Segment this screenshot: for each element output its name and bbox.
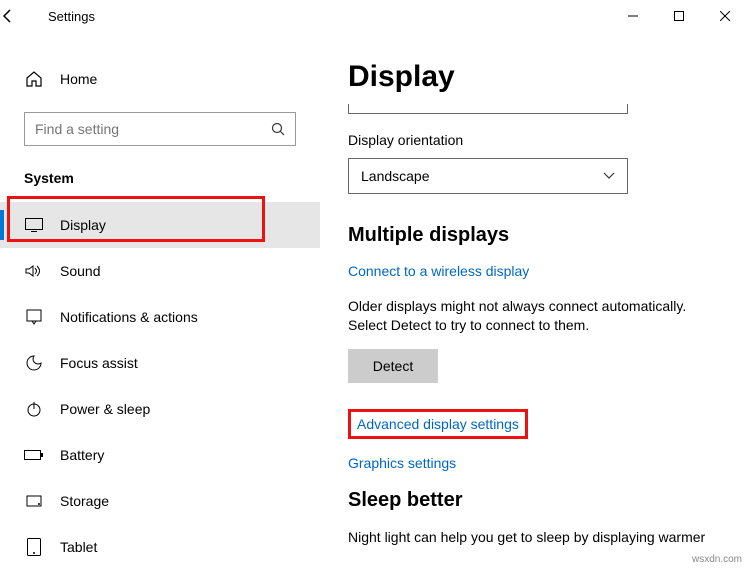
power-icon — [24, 401, 44, 417]
detect-button[interactable]: Detect — [348, 349, 438, 383]
highlight-advanced: Advanced display settings — [348, 409, 528, 439]
multiple-displays-heading: Multiple displays — [348, 224, 728, 247]
window-title: Settings — [48, 9, 95, 24]
sidebar-item-display[interactable]: Display — [0, 202, 320, 248]
orientation-dropdown[interactable]: Landscape — [348, 158, 628, 194]
sidebar-item-label: Battery — [60, 447, 104, 463]
advanced-display-link[interactable]: Advanced display settings — [357, 416, 519, 432]
storage-icon — [24, 493, 44, 509]
back-button[interactable] — [0, 8, 48, 24]
graphics-settings-link[interactable]: Graphics settings — [348, 455, 728, 471]
sidebar: Home System Display Sound Notification — [0, 32, 320, 571]
page-title: Display — [348, 60, 728, 94]
sidebar-item-label: Notifications & actions — [60, 309, 198, 325]
chevron-down-icon — [603, 172, 615, 180]
sidebar-item-battery[interactable]: Battery — [0, 432, 320, 478]
older-displays-text: Older displays might not always connect … — [348, 297, 728, 335]
focus-assist-icon — [24, 355, 44, 371]
main-content: Display Display orientation Landscape Mu… — [320, 32, 748, 571]
sidebar-item-power-sleep[interactable]: Power & sleep — [0, 386, 320, 432]
watermark: wsxdn.com — [692, 554, 742, 565]
orientation-label: Display orientation — [348, 132, 728, 148]
sidebar-item-label: Sound — [60, 263, 100, 279]
sidebar-item-label: Tablet — [60, 539, 97, 555]
sidebar-item-label: Storage — [60, 493, 109, 509]
sidebar-item-label: Focus assist — [60, 355, 138, 371]
sidebar-heading: System — [0, 162, 320, 202]
sidebar-item-focus-assist[interactable]: Focus assist — [0, 340, 320, 386]
sidebar-item-label: Display — [60, 217, 106, 233]
search-icon — [271, 122, 285, 136]
connect-wireless-link[interactable]: Connect to a wireless display — [348, 263, 728, 279]
home-label: Home — [60, 71, 97, 87]
orientation-value: Landscape — [361, 168, 430, 184]
close-button[interactable] — [702, 0, 748, 32]
previous-control-edge — [348, 104, 628, 114]
home-icon — [24, 70, 44, 88]
tablet-icon — [24, 538, 44, 556]
sidebar-item-tablet[interactable]: Tablet — [0, 524, 320, 570]
minimize-button[interactable] — [610, 0, 656, 32]
sound-icon — [24, 264, 44, 278]
home-nav[interactable]: Home — [0, 62, 320, 96]
sidebar-item-sound[interactable]: Sound — [0, 248, 320, 294]
sidebar-item-label: Power & sleep — [60, 401, 150, 417]
search-field[interactable] — [35, 121, 271, 137]
sidebar-item-notifications[interactable]: Notifications & actions — [0, 294, 320, 340]
sleep-better-heading: Sleep better — [348, 489, 728, 512]
battery-icon — [24, 449, 44, 461]
sidebar-item-storage[interactable]: Storage — [0, 478, 320, 524]
maximize-button[interactable] — [656, 0, 702, 32]
sleep-better-text: Night light can help you get to sleep by… — [348, 528, 728, 547]
display-icon — [24, 218, 44, 232]
search-input[interactable] — [24, 112, 296, 146]
notifications-icon — [24, 309, 44, 325]
